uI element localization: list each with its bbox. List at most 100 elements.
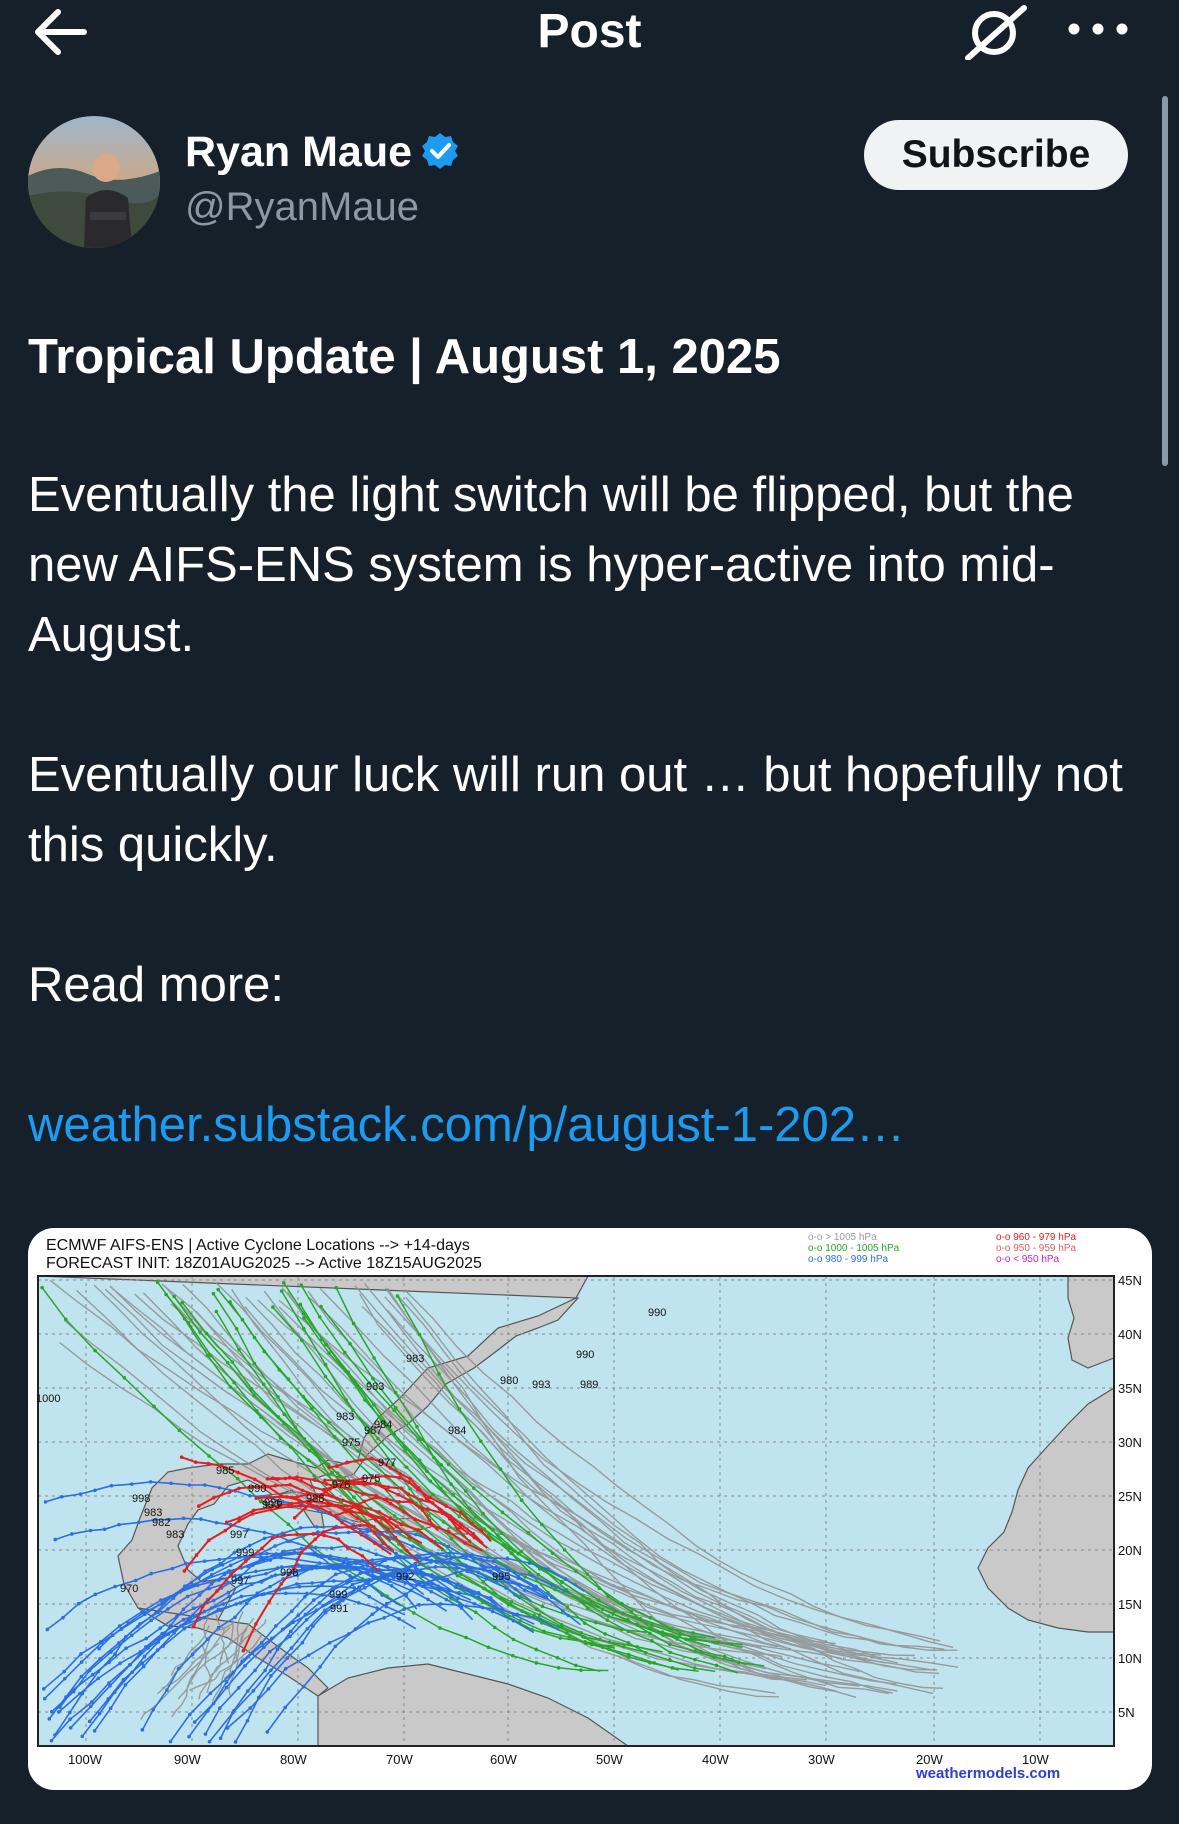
track-point [668,1642,672,1647]
track-point [527,1561,532,1565]
map-ocean [38,1276,1114,1746]
track-point [447,1560,452,1564]
track-point [444,1554,449,1558]
track-point [621,1645,626,1649]
track-point [239,1594,244,1599]
track-point [359,1458,364,1463]
track-point [519,1549,524,1554]
track-point [579,1631,584,1635]
track-point [398,1471,402,1476]
track-point [177,1428,182,1433]
track-point [166,1607,170,1611]
lat-label: 40N [1118,1327,1142,1342]
track-point [211,1598,216,1603]
map-credit: weathermodels.com [915,1765,1060,1782]
track-point [413,1565,418,1570]
track-point [361,1492,365,1496]
track-point [80,1734,85,1739]
scrollbar[interactable] [1162,96,1168,466]
track-point [534,1647,539,1652]
track-point [340,1564,345,1568]
track-point [402,1607,406,1612]
track-point [417,1332,422,1337]
lon-label: 30W [808,1752,835,1767]
track-point [93,1488,97,1493]
track-point [275,1477,280,1482]
verified-badge-icon [422,133,459,169]
track-point [283,1591,288,1596]
track-point [382,1615,387,1620]
track-point [211,1495,216,1500]
track-point [62,1676,67,1681]
track-point [288,1629,293,1634]
track-point [155,1280,160,1284]
track-point [585,1606,590,1610]
avatar[interactable] [28,116,160,248]
track-point [613,1609,617,1613]
author-name-label[interactable]: Ryan Maue [185,128,412,176]
track-point [323,1610,328,1615]
pressure-label: 982 [152,1517,170,1529]
track-point [62,1669,66,1674]
pressure-label: 997 [231,1575,249,1587]
track-point [399,1549,403,1553]
track-point [202,1615,206,1620]
track-point [523,1588,527,1592]
track-point [96,1676,101,1681]
track-point [253,1569,258,1574]
track-point [250,1512,255,1516]
track-point [78,1492,83,1496]
pressure-label: 983 [366,1381,384,1393]
track-point [249,1386,254,1391]
track-point [381,1541,386,1546]
track-point [203,1732,208,1736]
track-point [301,1326,306,1331]
track-point [170,1566,175,1571]
track-point [258,1558,262,1563]
track-point [323,1374,328,1379]
track-point [109,1483,114,1488]
track-point [300,1488,305,1493]
track-point [345,1546,350,1550]
track-point [182,1626,187,1631]
track-point [266,1484,270,1489]
track-point [328,1511,332,1515]
track-point [476,1570,481,1575]
pressure-label: 975 [362,1473,380,1485]
track-point [490,1599,495,1604]
track-point [360,1554,365,1558]
track-point [240,1317,245,1322]
track-point [300,1565,304,1569]
track-point [192,1583,196,1588]
lon-label: 60W [490,1752,517,1767]
track-point [191,1624,196,1629]
track-point [176,1666,181,1671]
track-point [237,1519,241,1523]
subscribe-button[interactable]: Subscribe [864,120,1128,190]
track-point [428,1479,433,1483]
post-media-map[interactable]: ECMWF AIFS-ENS | Active Cyclone Location… [28,1228,1152,1790]
post-link[interactable]: weather.substack.com/p/august-1-202… [28,1090,905,1160]
track-point [327,1351,331,1355]
track-point [216,1607,221,1612]
track-point [117,1624,122,1628]
track-point [519,1498,524,1503]
more-options-icon[interactable] [1066,6,1130,52]
author-name[interactable]: Ryan Maue [185,128,460,177]
track-point [429,1558,434,1563]
track-point [420,1508,425,1512]
track-point [420,1525,424,1529]
track-point [358,1546,363,1551]
track-point [459,1584,464,1589]
track-point [435,1551,440,1556]
track-point [563,1577,568,1581]
track-point [79,1674,84,1679]
pressure-label: 990 [648,1307,666,1319]
track-point [133,1578,138,1583]
grok-icon[interactable] [962,2,1032,60]
author-handle[interactable]: @RyanMaue [185,185,419,230]
track-point [648,1616,653,1620]
track-point [453,1571,458,1575]
track-point [188,1712,192,1717]
track-point [172,1294,176,1299]
